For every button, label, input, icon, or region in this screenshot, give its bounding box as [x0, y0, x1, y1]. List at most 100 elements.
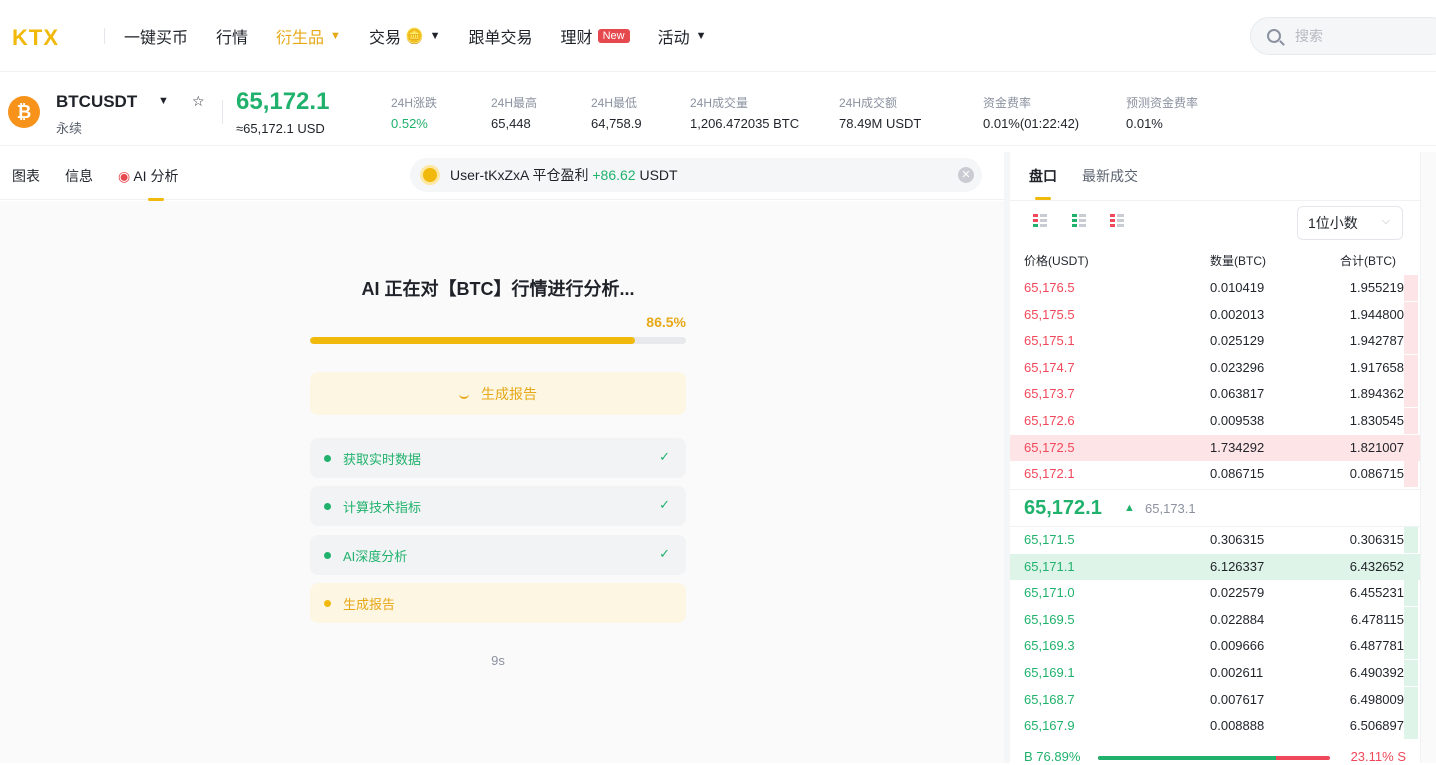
tab-ai-label: AI 分析 — [133, 168, 179, 184]
row-price: 65,172.6 — [1024, 413, 1075, 428]
stat-value: 64,758.9 — [591, 116, 642, 131]
orderbook-row[interactable]: 65,174.7 0.023296 1.917658 — [1010, 354, 1420, 381]
ticker-stat: 24H成交量 1,206.472035 BTC — [690, 94, 799, 131]
row-price: 65,172.5 — [1024, 439, 1075, 455]
row-qty: 0.022884 — [1210, 611, 1265, 627]
stat-label: 24H成交额 — [839, 96, 898, 110]
nav-item-1[interactable]: 行情 — [216, 24, 248, 48]
orderbook-row[interactable]: 65,169.5 0.022884 6.478115 — [1010, 606, 1420, 633]
orderbook-row[interactable]: 65,172.1 0.086715 0.086715 — [1010, 461, 1420, 488]
orderbook-row[interactable]: 65,171.1 6.126337 6.432652 — [1010, 553, 1420, 580]
row-qty: 0.025129 — [1210, 333, 1265, 349]
close-icon[interactable]: ✕ — [958, 167, 974, 183]
row-total: 6.506897 — [1349, 718, 1404, 734]
symbol-dropdown-icon[interactable]: ▼ — [158, 95, 169, 107]
depth-bar — [1404, 408, 1418, 434]
nav-item-3[interactable]: 交易 🪙 ▼ — [369, 24, 441, 48]
generate-report-button[interactable]: 生成报告 — [310, 372, 686, 415]
row-total: 1.942787 — [1349, 333, 1404, 349]
orderbook-row[interactable]: 65,172.6 0.009538 1.830545 — [1010, 408, 1420, 434]
stat-label: 资金费率 — [983, 96, 1032, 110]
row-price: 65,172.1 — [1024, 466, 1075, 482]
progress-bar-fill — [310, 337, 636, 344]
row-qty: 0.306315 — [1210, 532, 1265, 547]
check-icon: ✓ — [659, 449, 670, 464]
row-price: 65,169.3 — [1024, 638, 1075, 654]
row-price: 65,175.1 — [1024, 333, 1075, 349]
step-label: 生成报告 — [343, 596, 396, 612]
row-qty: 0.002013 — [1210, 306, 1265, 322]
row-qty: 0.022579 — [1210, 585, 1265, 601]
nav-item-0[interactable]: 一键买币 — [124, 24, 188, 48]
usd-price: ≈65,172.1 USD — [236, 121, 325, 136]
orderbook-row[interactable]: 65,176.5 0.010419 1.955219 — [1010, 275, 1420, 301]
header-qty: 数量(BTC) — [1210, 254, 1266, 268]
decimals-select[interactable]: 1位小数 ⌵ — [1297, 206, 1403, 240]
nav-item-label: 活动 — [657, 30, 690, 47]
orderbook-row[interactable]: 65,171.0 0.022579 6.455231 — [1010, 580, 1420, 607]
up-arrow-icon: ▲ — [1124, 502, 1135, 514]
right-scroll-edge[interactable] — [1420, 152, 1436, 763]
ai-robot-icon: ◉ — [118, 168, 131, 184]
row-total: 1.830545 — [1349, 413, 1404, 428]
orderbook-row[interactable]: 65,175.1 0.025129 1.942787 — [1010, 328, 1420, 355]
nav-item-5[interactable]: 理财 New — [561, 24, 630, 48]
ktx-logo[interactable]: KTX — [12, 25, 59, 51]
analysis-step: 获取实时数据 ✓ — [310, 438, 686, 478]
ticker-stat: 24H最低 64,758.9 — [591, 94, 642, 131]
depth-bar — [1404, 328, 1418, 355]
caret-down-icon: ▼ — [695, 30, 707, 42]
status-dot-icon — [324, 502, 331, 510]
ticker-divider — [222, 100, 223, 124]
last-price: 65,172.1 — [236, 88, 330, 115]
nav-item-2[interactable]: 衍生品 ▼ — [276, 24, 341, 48]
stat-value: 0.01%(01:22:42) — [983, 116, 1080, 131]
tab-chart[interactable]: 图表 — [12, 166, 40, 186]
tab-orderbook[interactable]: 盘口 — [1029, 166, 1057, 200]
notification-amount: +86.62 — [592, 167, 636, 183]
step-label: AI深度分析 — [343, 548, 408, 564]
depth-bar — [1404, 580, 1418, 607]
stat-label: 预测资金费率 — [1126, 96, 1199, 110]
view-both-icon[interactable] — [1033, 214, 1047, 228]
ratio-bar — [1098, 756, 1330, 760]
step-label: 计算技术指标 — [343, 499, 422, 515]
stat-label: 24H成交量 — [690, 96, 749, 110]
tab-recent-trades[interactable]: 最新成交 — [1082, 166, 1138, 186]
ticker-stat: 预测资金费率 0.01% — [1126, 94, 1198, 131]
row-price: 65,168.7 — [1024, 691, 1075, 707]
orderbook-row[interactable]: 65,168.7 0.007617 6.498009 — [1010, 686, 1420, 713]
tab-ai-analysis[interactable]: ◉ AI 分析 — [118, 166, 179, 201]
orderbook-row[interactable]: 65,171.5 0.306315 0.306315 — [1010, 527, 1420, 553]
orderbook-row[interactable]: 65,167.9 0.008888 6.506897 — [1010, 713, 1420, 740]
nav-item-4[interactable]: 跟单交易 — [469, 24, 533, 48]
orderbook-row[interactable]: 65,169.3 0.009666 6.487781 — [1010, 633, 1420, 660]
depth-bar — [1404, 553, 1418, 580]
row-qty: 1.734292 — [1210, 439, 1265, 455]
view-asks-icon[interactable] — [1110, 214, 1124, 228]
step-label: 获取实时数据 — [343, 451, 422, 467]
row-total: 0.086715 — [1349, 466, 1404, 482]
orderbook-row[interactable]: 65,169.1 0.002611 6.490392 — [1010, 660, 1420, 686]
row-price: 65,167.9 — [1024, 718, 1075, 734]
tab-info[interactable]: 信息 — [65, 166, 93, 186]
view-bids-icon[interactable] — [1072, 214, 1086, 228]
orderbook-row[interactable]: 65,173.7 0.063817 1.894362 — [1010, 381, 1420, 408]
analysis-step: AI深度分析 ✓ — [310, 535, 686, 575]
row-price: 65,171.5 — [1024, 532, 1075, 547]
depth-bar — [1404, 660, 1418, 686]
orderbook-row[interactable]: 65,175.5 0.002013 1.944800 — [1010, 301, 1420, 328]
search-box[interactable] — [1250, 17, 1436, 55]
symbol-name[interactable]: BTCUSDT — [56, 92, 137, 112]
search-input[interactable] — [1295, 28, 1415, 44]
status-dot-icon — [324, 454, 331, 462]
notification-action: 平仓盈利 — [532, 167, 589, 183]
nav-item-6[interactable]: 活动 ▼ — [658, 24, 707, 48]
favorite-star-icon[interactable]: ☆ — [192, 93, 205, 110]
check-icon: ✓ — [659, 497, 670, 512]
row-qty: 0.002611 — [1210, 665, 1264, 680]
orderbook-row[interactable]: 65,172.5 1.734292 1.821007 — [1010, 434, 1420, 461]
generate-report-label: 生成报告 — [481, 385, 537, 402]
pnl-notification: User-tKxZxA 平仓盈利 +86.62 USDT ✕ — [410, 158, 982, 192]
row-total: 1.955219 — [1349, 280, 1404, 295]
